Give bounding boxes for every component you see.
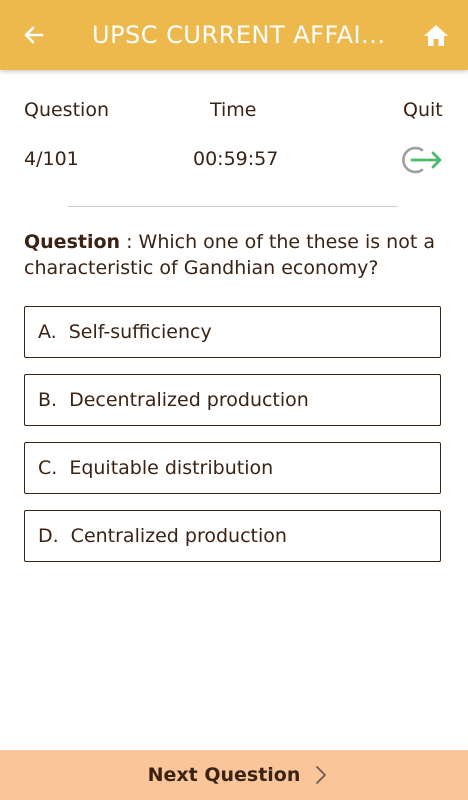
quit-button[interactable] (400, 142, 446, 178)
home-button[interactable] (418, 17, 454, 53)
option-text: Equitable distribution (69, 457, 274, 479)
question-separator: : (120, 231, 139, 253)
option-letter: A. (38, 321, 57, 343)
question-text: Question : Which one of the these is not… (24, 229, 449, 281)
option-text: Self-sufficiency (68, 321, 212, 343)
time-label: Time (210, 99, 257, 121)
quit-label: Quit (403, 99, 443, 121)
next-question-label: Next Question (147, 764, 301, 786)
next-question-button[interactable]: Next Question (0, 750, 468, 800)
option-text: Centralized production (70, 525, 287, 547)
option-b[interactable]: B. Decentralized production (24, 374, 441, 426)
back-button[interactable] (16, 17, 52, 53)
option-letter: D. (38, 525, 59, 547)
divider (68, 206, 398, 207)
question-label: Question (24, 231, 121, 253)
option-letter: B. (38, 389, 58, 411)
app-title: UPSC CURRENT AFFAI... (92, 21, 386, 49)
option-letter: C. (38, 457, 58, 479)
option-d[interactable]: D. Centralized production (24, 510, 441, 562)
chevron-right-icon (316, 766, 327, 784)
app-bar: UPSC CURRENT AFFAI... (0, 0, 468, 70)
option-a[interactable]: A. Self-sufficiency (24, 306, 441, 358)
exit-arrow-icon (402, 146, 442, 174)
arrow-left-icon (24, 26, 44, 44)
option-text: Decentralized production (69, 389, 309, 411)
question-counter-value: 4/101 (24, 148, 79, 170)
question-counter-label: Question (24, 99, 109, 121)
timer-value: 00:59:57 (193, 148, 279, 170)
option-c[interactable]: C. Equitable distribution (24, 442, 441, 494)
home-icon (424, 25, 448, 46)
